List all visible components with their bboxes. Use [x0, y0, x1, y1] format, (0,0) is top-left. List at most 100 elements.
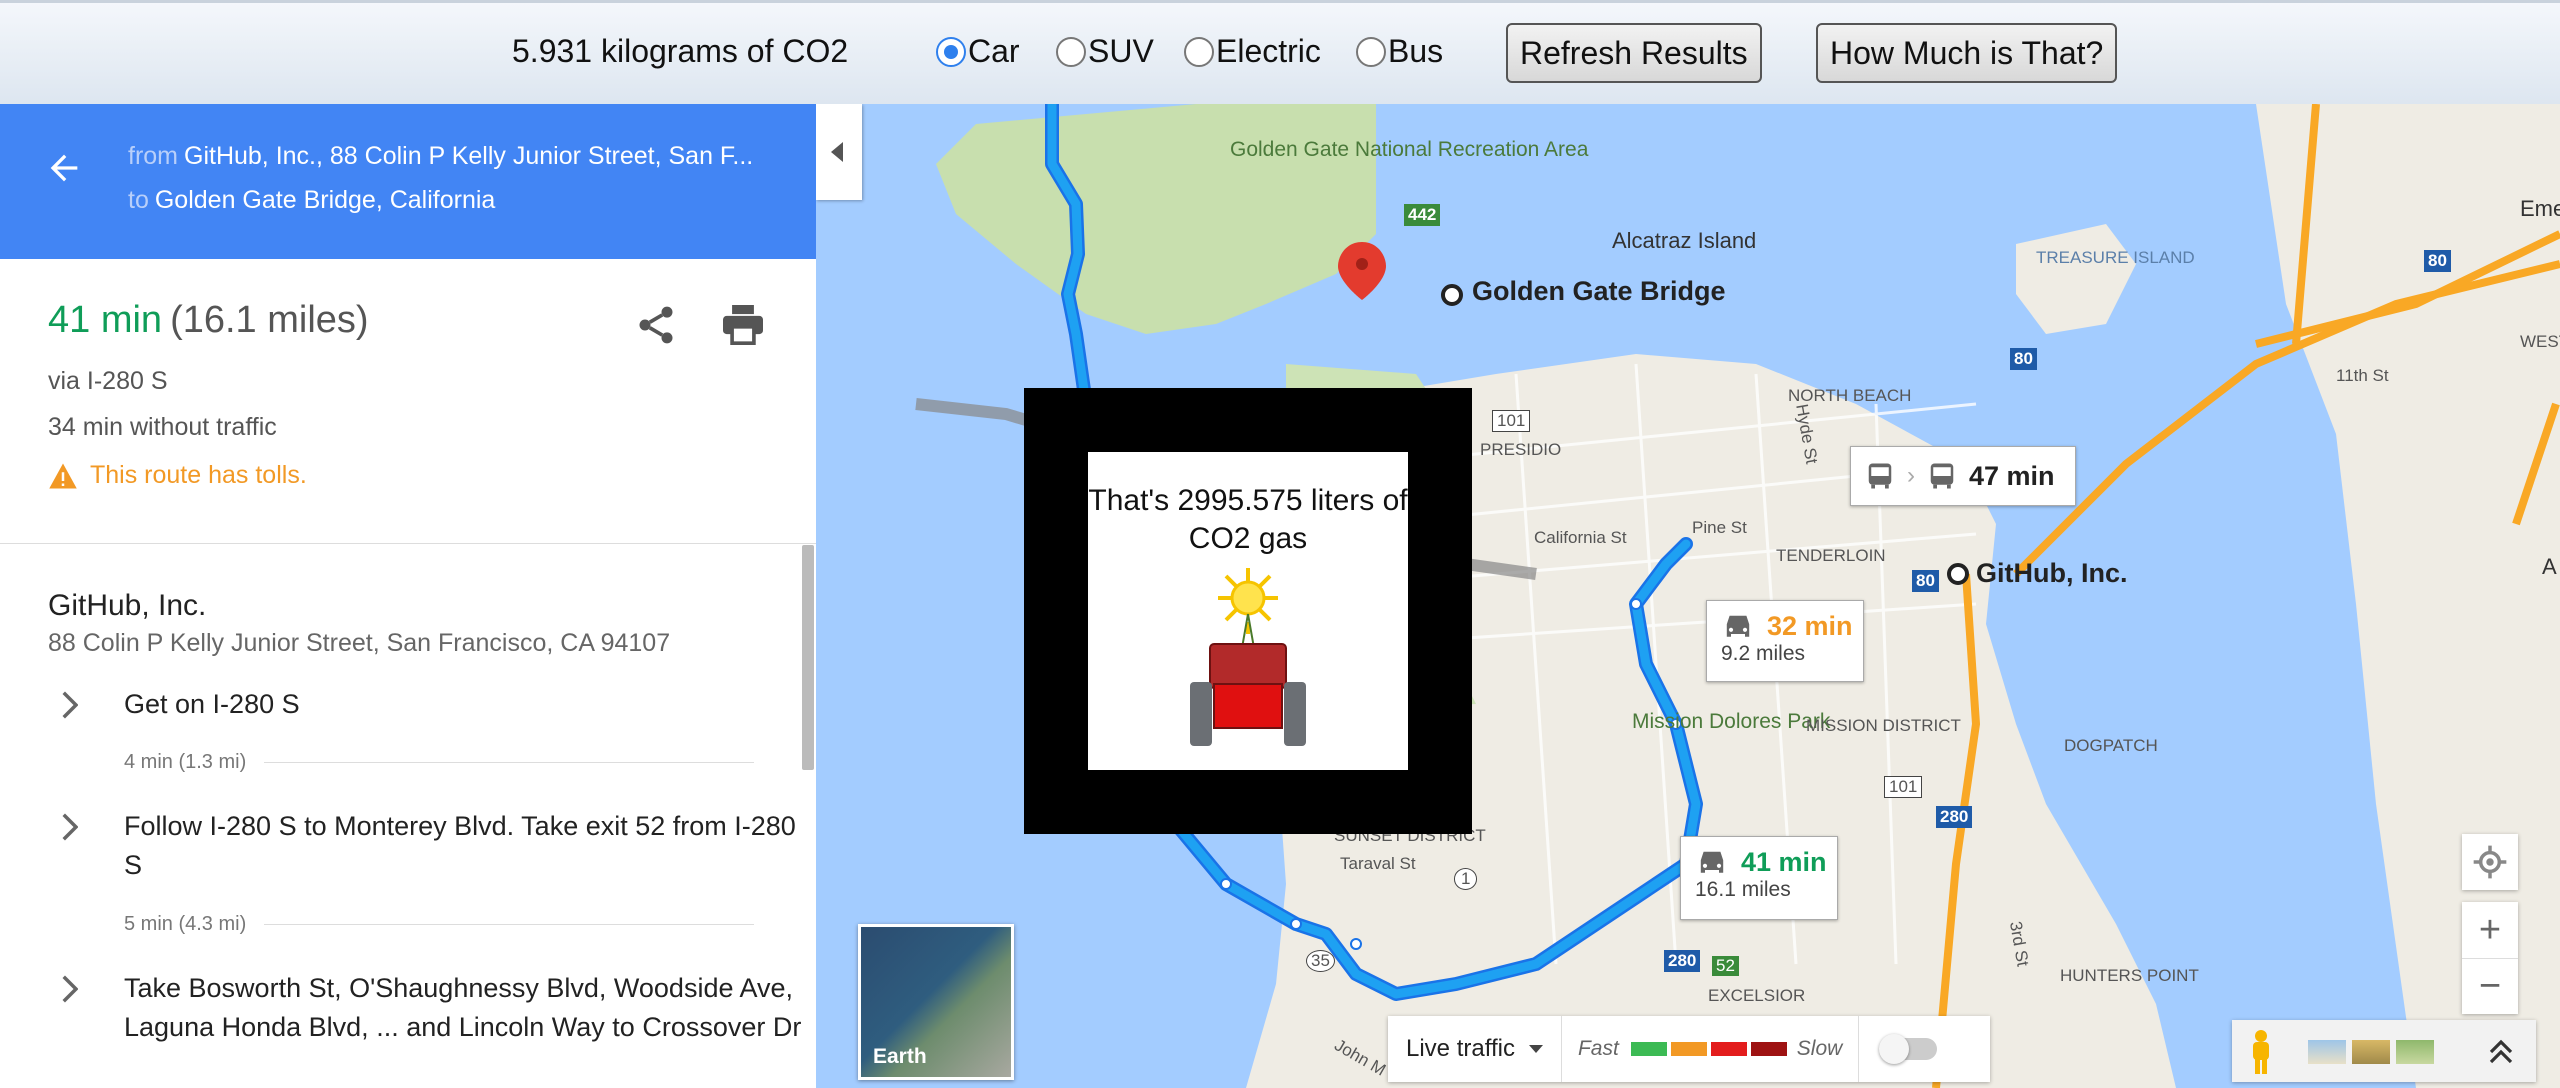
radio-button-icon[interactable]: [1056, 36, 1086, 67]
chevron-right-icon[interactable]: [60, 813, 78, 841]
map-label-a-edge: A: [2542, 554, 2557, 579]
how-much-button[interactable]: How Much is That?: [1816, 23, 2118, 83]
interstate-shield-80: 80: [2010, 348, 2037, 370]
step-text: Get on I-280 S: [124, 689, 300, 719]
to-prefix: to: [128, 186, 149, 214]
step-meta: 5 min (4.3 mi): [124, 913, 754, 936]
my-location-button[interactable]: [2462, 834, 2518, 890]
layer-thumb[interactable]: [2352, 1040, 2390, 1064]
map-label-11th-st: 11th St: [2336, 366, 2389, 385]
route-no-traffic-time: 34 min without traffic: [48, 413, 277, 441]
us-shield-101: 101: [1884, 776, 1923, 798]
share-icon[interactable]: [634, 303, 678, 347]
step-text: Take Bosworth St, O'Shaughnessy Blvd, Wo…: [124, 973, 802, 1042]
pegman-icon[interactable]: [2248, 1030, 2274, 1074]
route-via: via I-280 S: [48, 367, 168, 395]
fast-swatch: [1630, 1042, 1667, 1056]
car-icon: [1700, 851, 1724, 873]
radio-button-icon[interactable]: [936, 36, 966, 67]
co2-popup: That's 2995.575 liters of CO2 gas: [1024, 388, 1472, 834]
vehicle-radio-bus[interactable]: Bus: [1356, 33, 1443, 70]
chevron-right-icon[interactable]: [60, 691, 78, 719]
directions-steps: GitHub, Inc. 88 Colin P Kelly Junior Str…: [0, 545, 816, 1088]
traffic-toggle[interactable]: [1879, 1034, 1938, 1064]
speed-legend: Fast Slow: [1562, 1016, 1860, 1082]
vehicle-label: Bus: [1388, 33, 1444, 69]
chevron-right-icon[interactable]: [60, 975, 78, 1003]
map-label-west-oak: WEST OAK: [2520, 332, 2560, 351]
live-traffic-label: Live traffic: [1406, 1035, 1515, 1062]
transit-route-box[interactable]: › 47 min: [1850, 446, 2076, 506]
map-label-golden-gate-bridge: Golden Gate Bridge: [1472, 276, 1726, 306]
co2-popup-text: That's 2995.575 liters of CO2 gas: [1088, 484, 1408, 555]
co2-total-text: 5.931 kilograms of CO2: [512, 33, 849, 69]
map-label-ggnra: Golden Gate National Recreation Area: [1230, 138, 1589, 161]
interstate-shield-280: 280: [1664, 950, 1701, 972]
tolls-warning: This route has tolls.: [48, 461, 307, 490]
map-layers-bar: [2232, 1020, 2536, 1082]
collapse-panel-button[interactable]: [816, 104, 862, 200]
origin-text: GitHub, Inc., 88 Colin P Kelly Junior St…: [184, 142, 754, 170]
transit-time: 47 min: [1969, 460, 2055, 491]
map-label-treasure-island: TREASURE ISLAND: [2036, 248, 2195, 267]
zoom-in-button[interactable]: +: [2462, 902, 2518, 958]
car-icon: [1726, 615, 1750, 637]
map-label-mission-dolores: Mission Dolores Park: [1632, 710, 1831, 733]
from-prefix: from: [128, 142, 178, 170]
destination-text: Golden Gate Bridge, California: [154, 186, 496, 214]
back-arrow-icon[interactable]: [44, 148, 84, 188]
route-shield-442: 442: [1404, 204, 1441, 226]
slow-swatch: [1710, 1042, 1747, 1056]
radio-button-icon[interactable]: [1356, 36, 1386, 67]
zoom-out-button[interactable]: −: [2462, 958, 2518, 1014]
map-label-taraval-st: Taraval St: [1340, 854, 1416, 873]
double-chevron-up-icon[interactable]: [2488, 1038, 2514, 1066]
alt-route-box[interactable]: 32 min 9.2 miles: [1706, 600, 1864, 682]
map-label-dogpatch: DOGPATCH: [2064, 736, 2158, 755]
vehicle-radio-electric[interactable]: Electric: [1184, 33, 1321, 70]
main-route-box[interactable]: 41 min 16.1 miles: [1680, 836, 1838, 920]
map-label-eme: Eme: [2520, 196, 2560, 221]
fast-label: Fast: [1577, 1037, 1619, 1060]
map-label-excelsior: EXCELSIOR: [1708, 986, 1806, 1005]
panel-scrollbar[interactable]: [802, 545, 814, 770]
to-line[interactable]: to Golden Gate Bridge, California: [128, 186, 495, 215]
dropdown-caret-icon: [1528, 1045, 1543, 1053]
live-traffic-dropdown[interactable]: Live traffic: [1388, 1016, 1562, 1082]
tractor-sun-icon: [1190, 568, 1306, 746]
main-route-miles: 16.1 miles: [1695, 878, 1791, 901]
interstate-shield-280: 280: [1936, 806, 1973, 828]
map-label-pine-st: Pine St: [1692, 518, 1747, 537]
map-label-github: GitHub, Inc.: [1976, 558, 2128, 588]
medium-swatch: [1670, 1042, 1707, 1056]
refresh-results-button[interactable]: Refresh Results: [1506, 23, 1762, 83]
exit-shield-52: 52: [1712, 956, 1739, 976]
co2-popup-card: That's 2995.575 liters of CO2 gas: [1088, 452, 1408, 770]
bus-icon: [1868, 463, 1892, 489]
print-icon[interactable]: [720, 305, 766, 345]
alt-route-miles: 9.2 miles: [1721, 642, 1806, 665]
from-line[interactable]: from GitHub, Inc., 88 Colin P Kelly Junio…: [128, 142, 753, 171]
bus-icon: [1930, 463, 1954, 489]
map-label-alcatraz: Alcatraz Island: [1612, 228, 1757, 253]
state-shield-35: 35: [1306, 950, 1335, 972]
interstate-shield-80: 80: [1912, 570, 1939, 592]
earth-view-toggle[interactable]: Earth: [858, 924, 1014, 1080]
map-label-presidio: PRESIDIO: [1480, 440, 1562, 459]
directions-panel: from GitHub, Inc., 88 Colin P Kelly Junio…: [0, 104, 816, 1088]
radio-button-icon[interactable]: [1184, 36, 1214, 67]
vehicle-radio-car[interactable]: Car: [936, 33, 1020, 70]
very-slow-swatch: [1750, 1042, 1787, 1056]
co2-toolbar: 5.931 kilograms of CO2 Car SUV Electric …: [0, 0, 2560, 104]
layer-thumb[interactable]: [2396, 1040, 2434, 1064]
layer-thumb[interactable]: [2308, 1040, 2346, 1064]
warning-icon: [49, 463, 77, 488]
map-label-tenderloin: TENDERLOIN: [1776, 546, 1886, 565]
step-divider: [264, 762, 754, 763]
vehicle-radio-suv[interactable]: SUV: [1056, 33, 1154, 70]
locate-icon: [2473, 845, 2507, 879]
tolls-text: This route has tolls.: [90, 461, 307, 489]
map-label-california-st: California St: [1534, 528, 1627, 547]
start-name: GitHub, Inc.: [48, 589, 207, 622]
step-meta: 4 min (1.3 mi): [124, 751, 754, 774]
